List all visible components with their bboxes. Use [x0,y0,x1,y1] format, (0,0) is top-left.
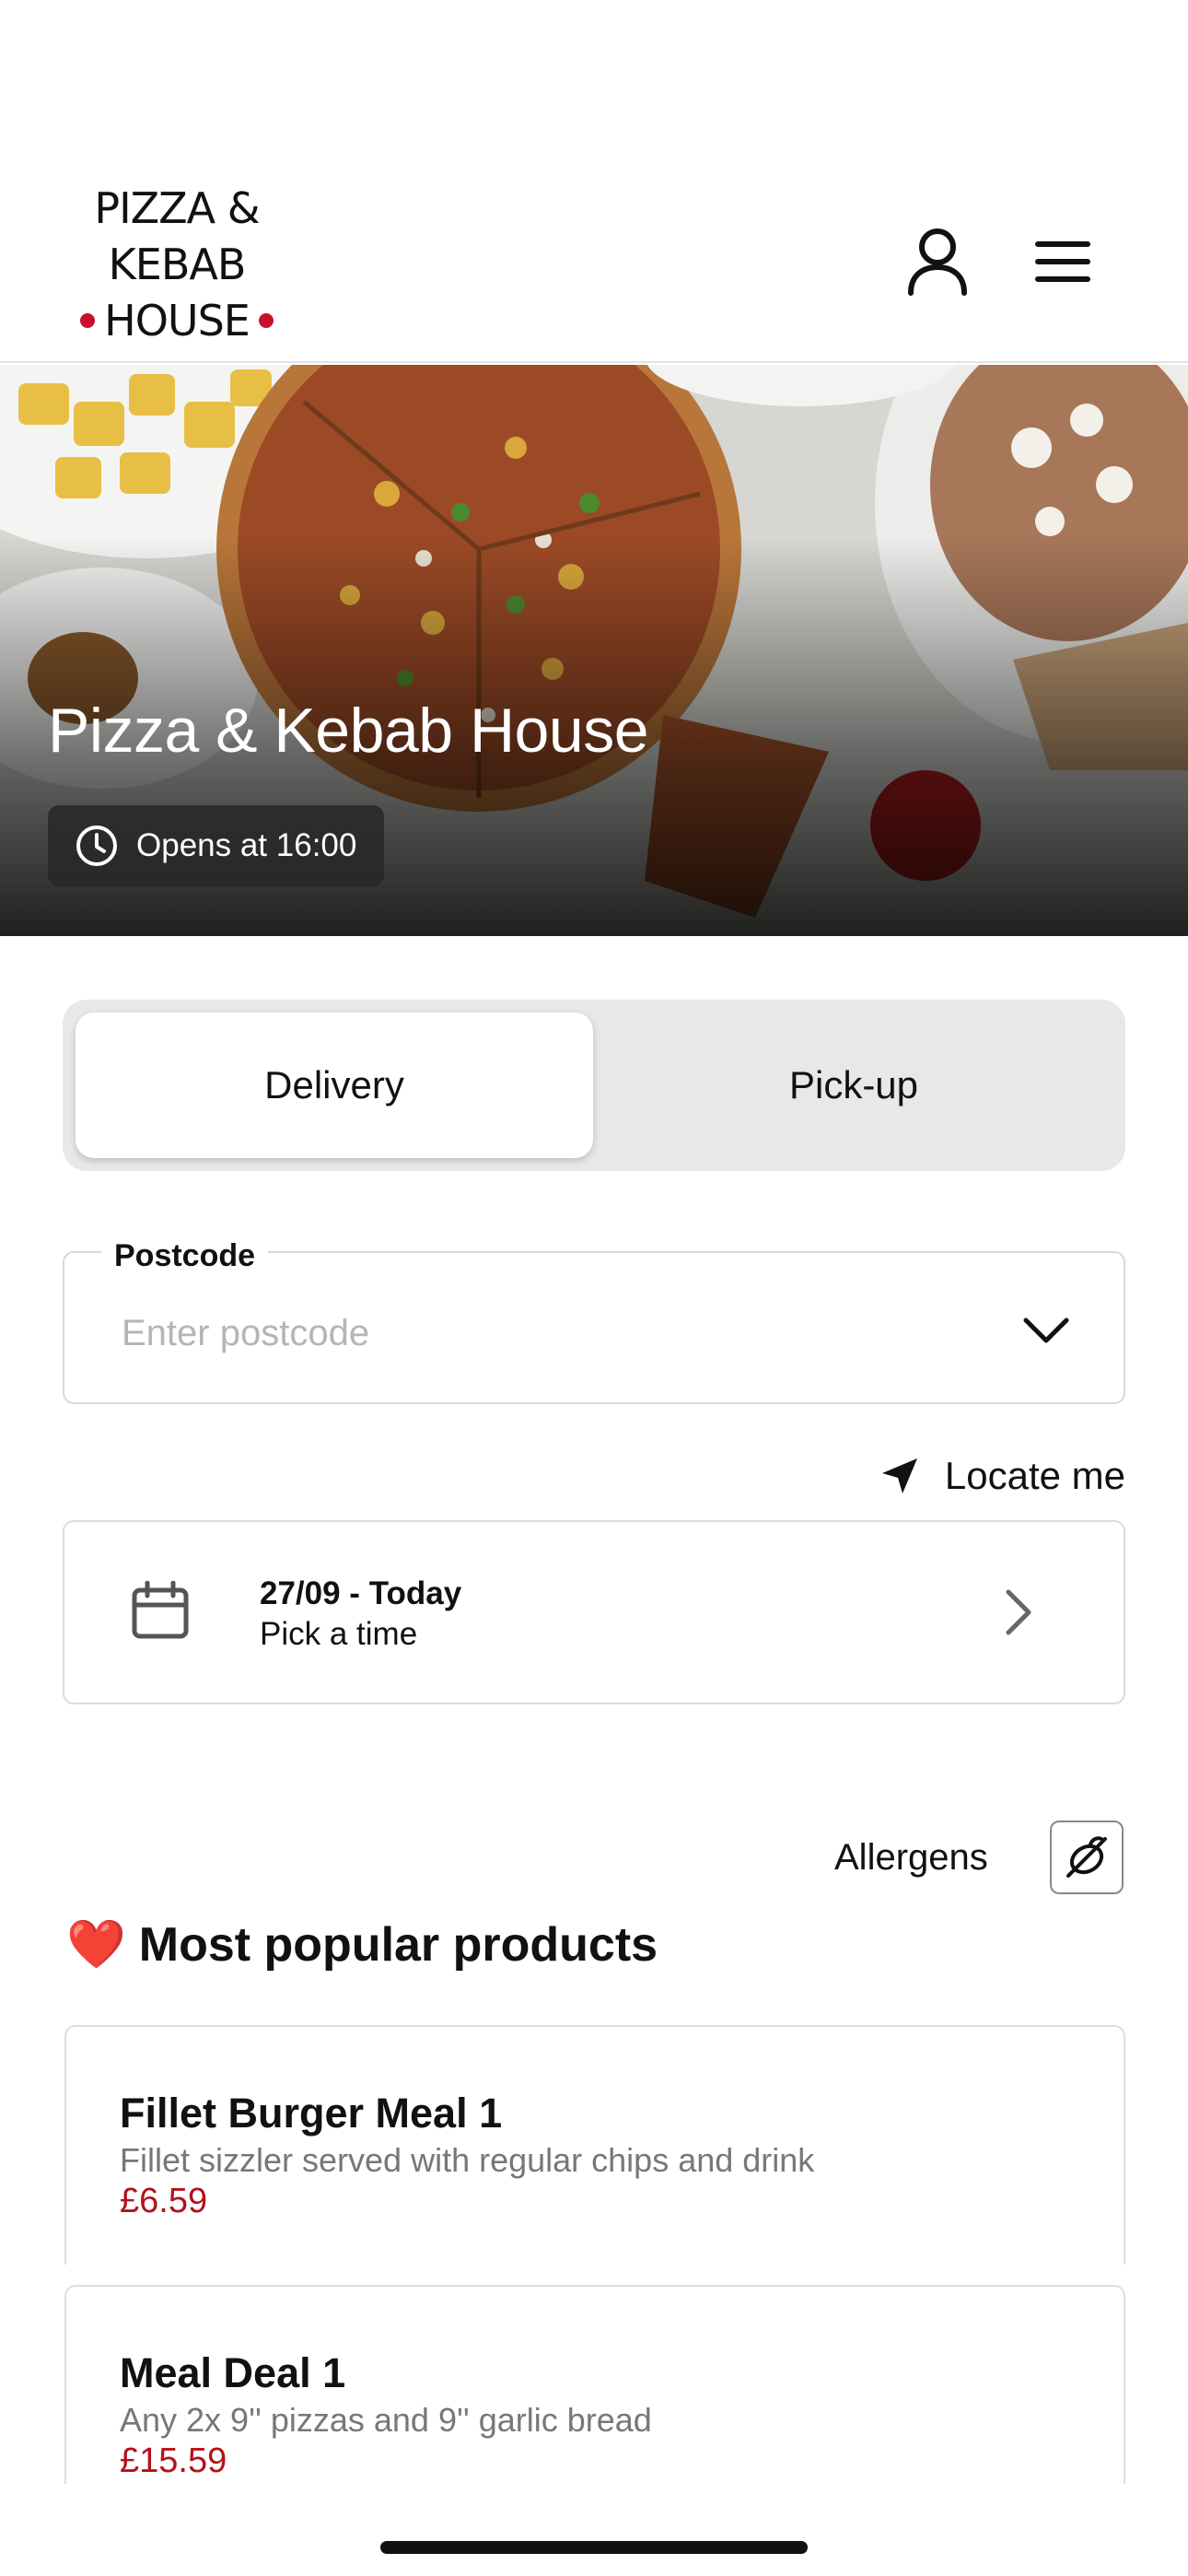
locate-me-button[interactable]: Locate me [880,1448,1125,1504]
user-icon [908,228,967,296]
locate-me-label: Locate me [944,1454,1125,1497]
logo-line-3: HOUSE [66,293,287,349]
logo-dot-left [80,312,96,328]
product-card[interactable]: Fillet Burger Meal 1 Fillet sizzler serv… [64,2025,1125,2265]
hamburger-icon [1035,241,1090,282]
product-name: Fillet Burger Meal 1 [120,2090,503,2137]
menu-button[interactable] [1026,225,1100,299]
product-card[interactable]: Meal Deal 1 Any 2x 9'' pizzas and 9'' ga… [64,2285,1125,2488]
brand-logo[interactable]: PIZZA & KEBAB HOUSE [66,181,287,349]
bottom-safe-area [0,2484,1188,2576]
heart-icon: ❤️ [66,1918,126,1972]
fulfilment-toggle: Delivery Pick-up [63,1000,1125,1171]
date-time-picker[interactable]: 27/09 - Today Pick a time [63,1520,1125,1704]
popular-products-title: Most popular products [138,1917,658,1972]
delivery-option[interactable]: Delivery [76,1013,593,1158]
selected-date: 27/09 - Today [260,1575,462,1611]
logo-line-2: KEBAB [108,240,247,289]
postcode-dropdown-button[interactable] [1019,1303,1074,1358]
product-price: £15.59 [120,2441,227,2480]
account-button[interactable] [901,225,974,299]
allergen-filter-icon [1066,1836,1107,1878]
postcode-input[interactable] [122,1301,950,1365]
opening-hours-badge: Opens at 16:00 [48,805,385,886]
postcode-label: Postcode [101,1238,269,1274]
calendar-icon [132,1581,189,1639]
restaurant-name: Pizza & Kebab House [48,696,649,766]
chevron-down-icon [1023,1317,1069,1343]
clock-icon [76,825,117,866]
logo-dot-right [258,312,274,328]
popular-products-heading: ❤️ Most popular products [66,1916,658,1973]
allergens-button[interactable] [1050,1821,1124,1894]
allergens-label: Allergens [834,1837,988,1878]
home-indicator[interactable] [380,2541,808,2554]
opening-hours-text: Opens at 16:00 [136,827,357,863]
app-header: PIZZA & KEBAB HOUSE [0,0,1188,363]
product-price: £6.59 [120,2182,208,2220]
chevron-right-icon [1006,1589,1031,1635]
pickup-option[interactable]: Pick-up [595,1013,1112,1158]
location-arrow-icon [881,1458,917,1493]
product-description: Any 2x 9'' pizzas and 9'' garlic bread [120,2401,652,2439]
hero-banner: Pizza & Kebab House Opens at 16:00 [0,365,1188,936]
product-name: Meal Deal 1 [120,2349,346,2396]
pick-time-label: Pick a time [260,1616,418,1652]
product-description: Fillet sizzler served with regular chips… [120,2141,815,2179]
logo-line-1: PIZZA & [94,183,260,233]
